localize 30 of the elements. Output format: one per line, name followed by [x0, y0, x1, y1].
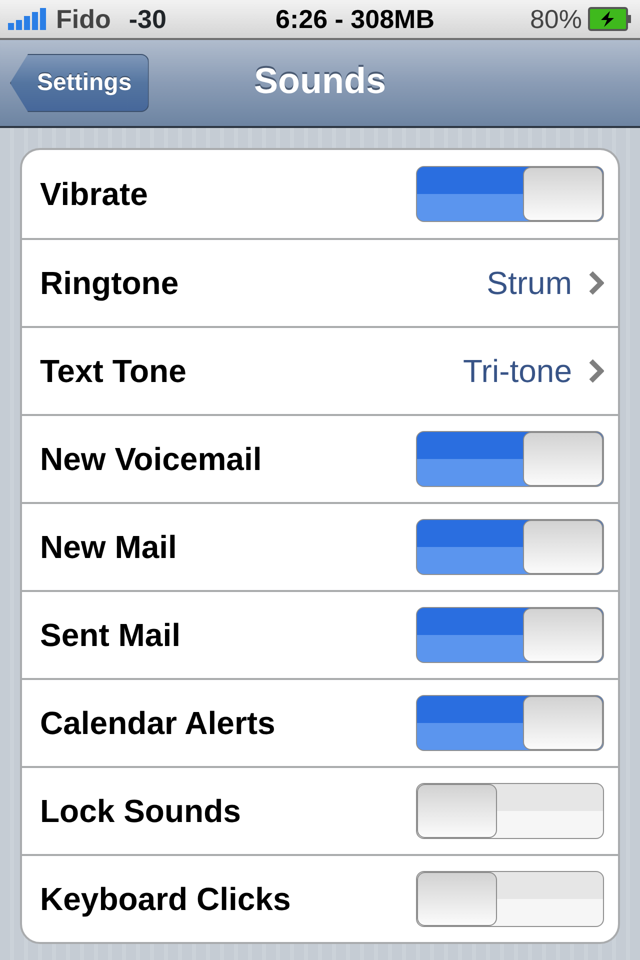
setting-label: New Voicemail [40, 440, 263, 479]
battery-percent: 80% [530, 2, 582, 36]
toggle-switch[interactable] [416, 695, 604, 751]
toggle-switch[interactable] [416, 166, 604, 222]
toggle-switch[interactable] [416, 607, 604, 663]
setting-label: Sent Mail [40, 616, 182, 655]
toggle-switch[interactable] [416, 871, 604, 927]
setting-label: Vibrate [40, 175, 149, 214]
setting-value: Strum [486, 264, 572, 303]
carrier-name: Fido [56, 2, 111, 36]
setting-label: Calendar Alerts [40, 704, 276, 743]
toggle-switch[interactable] [416, 519, 604, 575]
signal-icon [8, 8, 48, 30]
battery-icon [588, 7, 632, 31]
page-title: Sounds [254, 59, 386, 103]
back-button[interactable]: Settings [10, 54, 149, 112]
setting-label: New Mail [40, 528, 178, 567]
setting-row[interactable]: Ringtone Strum [22, 238, 618, 326]
chevron-icon [588, 359, 604, 383]
setting-label: Keyboard Clicks [40, 880, 292, 919]
toggle-switch[interactable] [416, 431, 604, 487]
setting-value: Tri-tone [462, 352, 572, 391]
setting-label: Lock Sounds [40, 792, 242, 831]
setting-row[interactable]: Text Tone Tri-tone [22, 326, 618, 414]
chevron-icon [588, 271, 604, 295]
setting-label: Ringtone [40, 264, 180, 303]
setting-label: Text Tone [40, 352, 188, 391]
signal-reading: -30 [128, 2, 166, 36]
toggle-switch[interactable] [416, 783, 604, 839]
status-text: 6:26 - 308MB [274, 2, 436, 36]
